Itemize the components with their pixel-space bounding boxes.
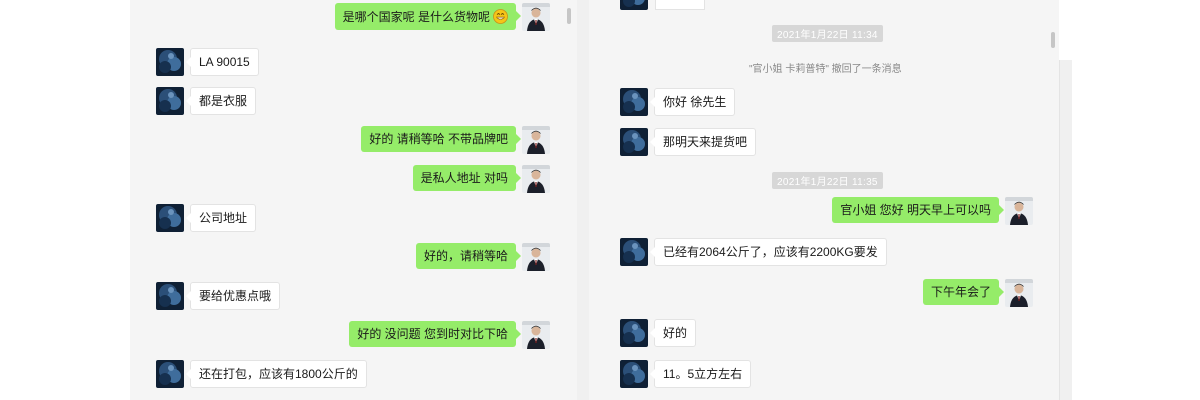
message-bubble[interactable]: 好的 请稍等哈 不带品牌吧 <box>361 126 521 152</box>
message-incoming: 已经有2064公斤了，应该有2200KG要发 <box>620 238 887 266</box>
panel-separator <box>577 0 589 400</box>
self-avatar-icon[interactable] <box>522 321 550 349</box>
message-outgoing: 官小姐 您好 明天早上可以吗 <box>832 197 1033 225</box>
contact-avatar-icon[interactable] <box>620 360 648 388</box>
message-bubble[interactable]: 好的，请稍等哈 <box>415 243 522 269</box>
message-incoming: 还在打包，应该有1800公斤的 <box>156 360 367 388</box>
contact-avatar-icon[interactable] <box>156 48 184 76</box>
message-text: 要给优惠点哦 <box>199 289 272 303</box>
message-text: 好的 <box>663 326 688 340</box>
message-text: 好的 请稍等哈 不带品牌吧 <box>369 132 508 146</box>
page-scroll-track-top <box>1059 0 1072 60</box>
contact-avatar-icon[interactable] <box>156 282 184 310</box>
contact-avatar-icon[interactable] <box>620 0 648 10</box>
message-text: 还在打包，应该有1800公斤的 <box>199 367 358 381</box>
self-avatar-icon[interactable] <box>522 3 550 31</box>
message-incoming: 11。5立方左右 <box>620 360 752 388</box>
message-text: 好的，请稍等哈 <box>423 249 508 263</box>
message-bubble[interactable]: 下午年会了 <box>922 279 1005 305</box>
self-avatar-icon[interactable] <box>1005 279 1033 307</box>
message-outgoing: 是私人地址 对吗 <box>412 165 550 193</box>
contact-avatar-icon[interactable] <box>620 319 648 347</box>
scrollbar-thumb[interactable] <box>1051 32 1055 48</box>
message-bubble[interactable]: 是私人地址 对吗 <box>412 165 522 191</box>
message-bubble[interactable]: 是哪个国家呢 是什么货物呢 <box>334 3 522 30</box>
contact-avatar-icon[interactable] <box>156 204 184 232</box>
message-bubble[interactable]: 11。5立方左右 <box>649 360 752 388</box>
message-bubble[interactable]: 还在打包，应该有1800公斤的 <box>186 360 367 388</box>
message-incoming: 都是衣服 <box>156 87 257 115</box>
message-bubble[interactable]: 好的 <box>649 319 697 347</box>
message-text: 已经有2064公斤了，应该有2200KG要发 <box>663 245 878 259</box>
message-incoming: 公司地址 <box>156 204 257 232</box>
message-incoming: LA 90015 <box>156 48 259 76</box>
chat-panel-left: 是哪个国家呢 是什么货物呢 LA 90015 都是衣服 好的 请稍等哈 不带品牌… <box>130 0 577 400</box>
message-text: 官小姐 您好 明天早上可以吗 <box>840 203 991 217</box>
page-scroll-track[interactable] <box>1059 0 1072 400</box>
contact-avatar-icon[interactable] <box>156 360 184 388</box>
contact-avatar-icon[interactable] <box>620 238 648 266</box>
message-text: 都是衣服 <box>199 94 248 108</box>
message-outgoing: 好的 没问题 您到时对比下哈 <box>349 321 550 349</box>
message-text: 那明天来提货吧 <box>663 135 748 149</box>
message-text: 是哪个国家呢 是什么货物呢 <box>342 10 490 24</box>
message-text: 11。5立方左右 <box>663 367 743 381</box>
message-text: LA 90015 <box>199 55 250 69</box>
message-bubble-partial[interactable] <box>655 0 705 10</box>
message-bubble[interactable]: 都是衣服 <box>185 87 257 115</box>
message-text: 你好 徐先生 <box>663 95 727 109</box>
message-incoming: 那明天来提货吧 <box>620 128 757 156</box>
message-bubble[interactable]: LA 90015 <box>186 48 259 76</box>
self-avatar-icon[interactable] <box>522 243 550 271</box>
contact-avatar-icon[interactable] <box>156 87 184 115</box>
message-incoming: 你好 徐先生 <box>620 88 736 116</box>
message-bubble[interactable]: 官小姐 您好 明天早上可以吗 <box>832 197 1004 223</box>
message-incoming: 要给优惠点哦 <box>156 282 281 310</box>
timestamp: 2021年1月22日 11:34 <box>772 25 883 42</box>
message-text: 下午年会了 <box>930 285 991 299</box>
message-bubble[interactable]: 那明天来提货吧 <box>649 128 757 156</box>
message-text: 公司地址 <box>199 211 248 225</box>
scrollbar-thumb[interactable] <box>567 8 571 24</box>
contact-avatar-icon[interactable] <box>620 128 648 156</box>
self-avatar-icon[interactable] <box>1005 197 1033 225</box>
message-bubble[interactable]: 好的 没问题 您到时对比下哈 <box>349 321 521 347</box>
message-bubble[interactable]: 公司地址 <box>185 204 257 232</box>
contact-avatar-icon[interactable] <box>620 88 648 116</box>
message-outgoing: 好的，请稍等哈 <box>415 243 550 271</box>
message-bubble[interactable]: 要给优惠点哦 <box>185 282 281 310</box>
message-text: 是私人地址 对吗 <box>420 171 508 185</box>
message-incoming: 好的 <box>620 319 697 347</box>
message-outgoing: 是哪个国家呢 是什么货物呢 <box>334 3 550 31</box>
message-outgoing: 好的 请稍等哈 不带品牌吧 <box>361 126 550 154</box>
timestamp: 2021年1月22日 11:35 <box>772 172 883 189</box>
chat-panel-right: 2021年1月22日 11:34 "官小姐 卡莉普特" 撤回了一条消息 你好 徐… <box>589 0 1059 400</box>
message-outgoing: 下午年会了 <box>922 279 1033 307</box>
self-avatar-icon[interactable] <box>522 126 550 154</box>
grin-emoji-icon <box>493 9 508 24</box>
message-bubble[interactable]: 你好 徐先生 <box>649 88 736 116</box>
message-bubble[interactable]: 已经有2064公斤了，应该有2200KG要发 <box>650 238 887 266</box>
message-text: 好的 没问题 您到时对比下哈 <box>357 327 508 341</box>
recall-notice: "官小姐 卡莉普特" 撤回了一条消息 <box>749 64 902 75</box>
self-avatar-icon[interactable] <box>522 165 550 193</box>
